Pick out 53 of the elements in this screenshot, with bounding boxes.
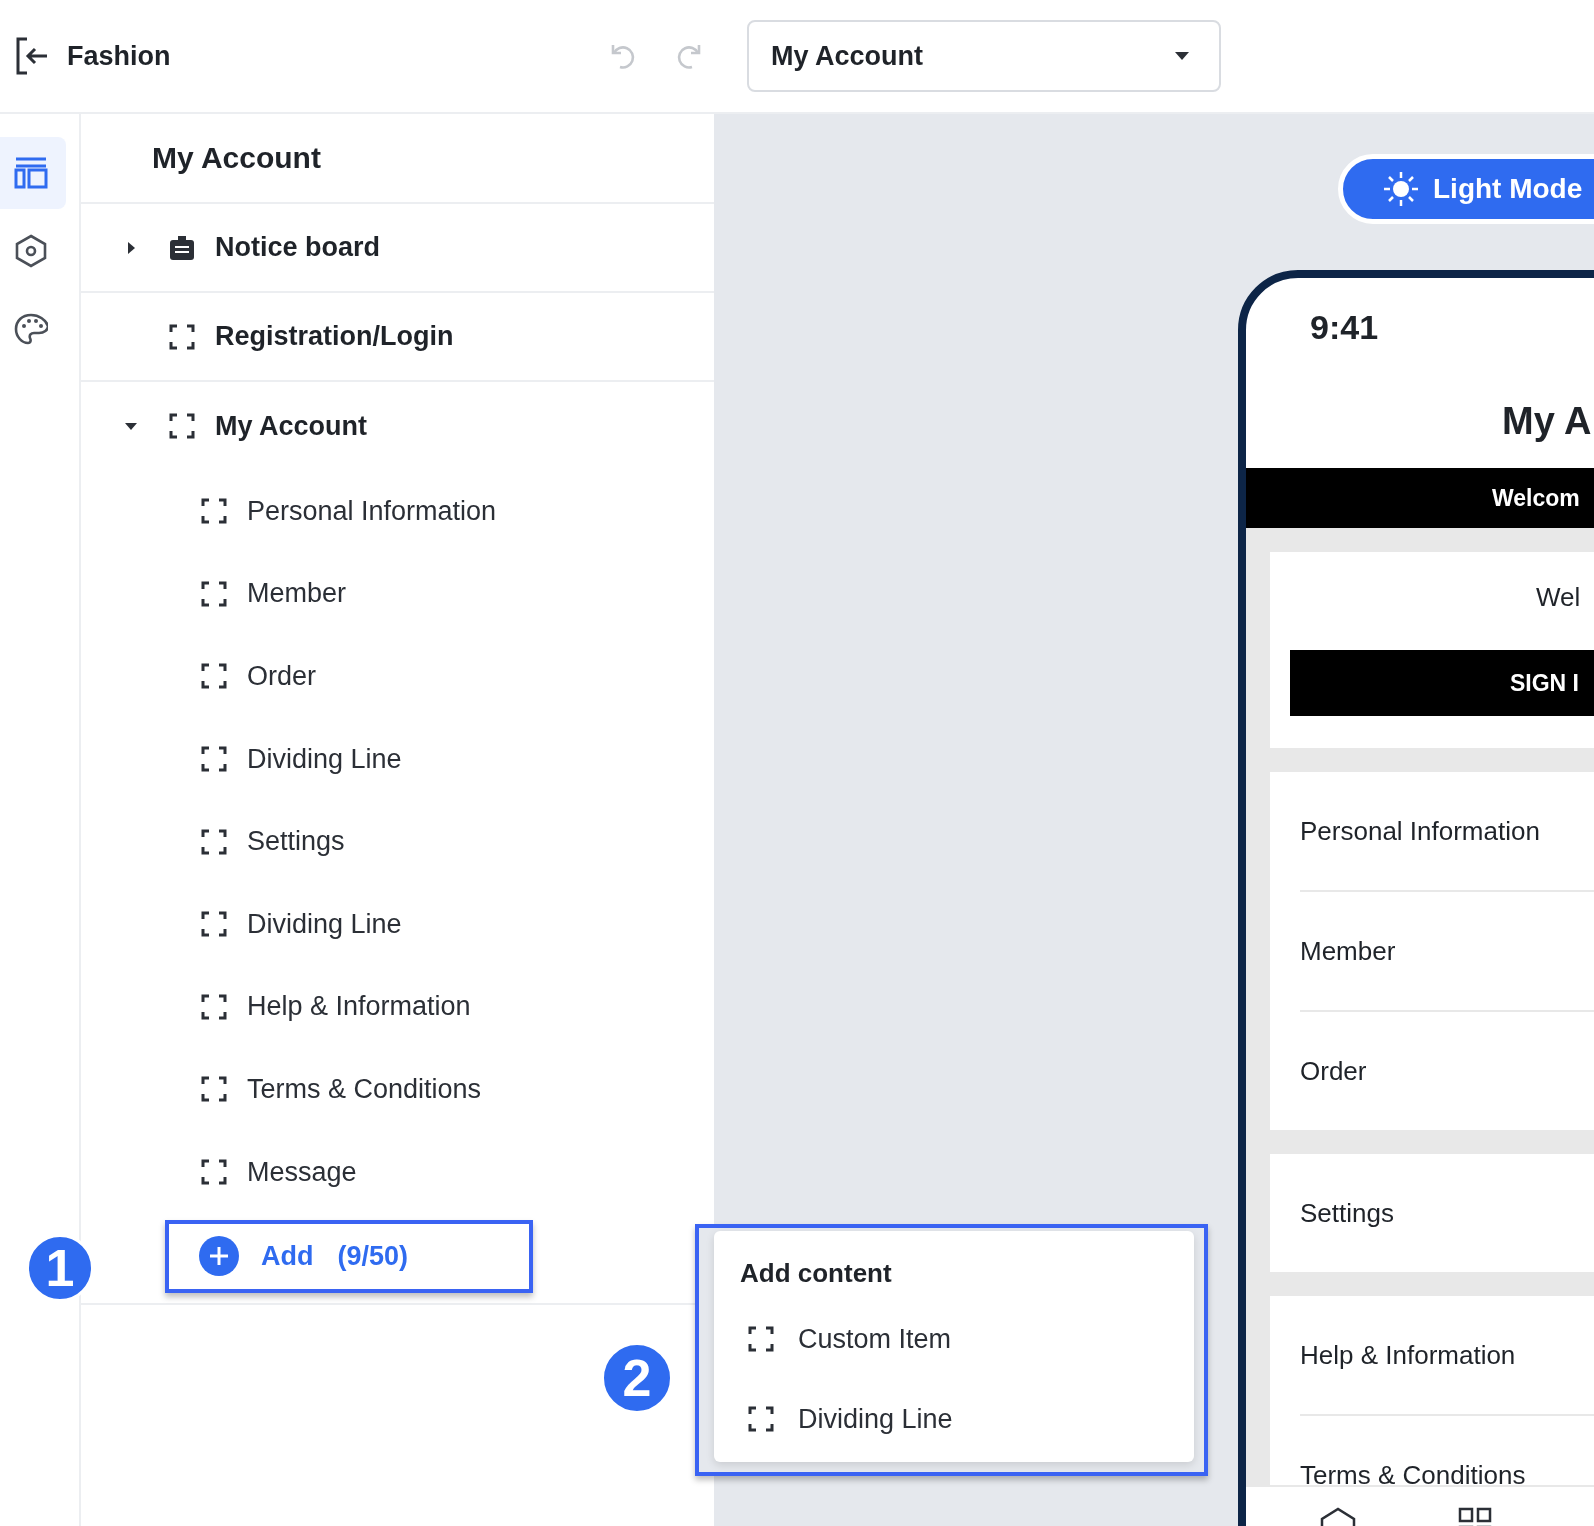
frame-icon [748, 1406, 774, 1432]
frame-icon [169, 323, 195, 350]
menu-row[interactable]: Order [1300, 1012, 1594, 1130]
caret-down-icon[interactable] [125, 420, 137, 432]
page-item[interactable]: Notice board [215, 232, 381, 263]
menu-row[interactable]: Personal Information [1300, 772, 1594, 892]
callout-number: 1 [26, 1234, 94, 1302]
frame-icon [201, 663, 227, 690]
page-select[interactable]: My Account [747, 20, 1221, 92]
content-item[interactable]: Dividing Line [247, 743, 402, 775]
content-item[interactable]: Order [247, 661, 317, 692]
frame-icon [169, 413, 195, 439]
content-item[interactable]: Message [247, 1156, 357, 1188]
menu-item[interactable]: Dividing Line [798, 1403, 953, 1435]
frame-icon [201, 1076, 227, 1103]
content-item[interactable]: Terms & Conditions [247, 1073, 482, 1105]
content-item[interactable]: Help & Information [247, 991, 471, 1023]
welcome-banner: Welcom [1246, 468, 1594, 528]
content-item[interactable]: Member [247, 578, 347, 610]
page-item[interactable]: Registration/Login [215, 321, 454, 352]
menu-row[interactable]: Terms & Conditions [1300, 1416, 1594, 1526]
add-button[interactable]: Add (9/50) [165, 1219, 533, 1293]
frame-icon [201, 498, 227, 525]
caret-down-icon [1175, 52, 1189, 60]
content-item[interactable]: Dividing Line [247, 908, 402, 940]
caret-right-icon[interactable] [125, 241, 137, 254]
exit-icon[interactable] [15, 37, 49, 75]
frame-icon [201, 1159, 227, 1186]
menu-item[interactable]: Custom Item [798, 1323, 952, 1355]
sun-icon [1383, 171, 1419, 207]
layout-icon[interactable] [0, 137, 66, 209]
callout-number: 2 [601, 1342, 673, 1414]
content-item[interactable]: Settings [247, 826, 345, 858]
project-title: Fashion [67, 40, 172, 72]
content-item[interactable]: Personal Information [247, 495, 497, 527]
menu-row[interactable]: Help & Information [1300, 1296, 1594, 1416]
frame-icon [748, 1326, 774, 1352]
frame-icon [201, 993, 227, 1020]
plus-circle-icon [199, 1236, 239, 1277]
welcome-text: Wel [1535, 582, 1582, 614]
page-item[interactable]: My Account [215, 410, 367, 442]
frame-icon [201, 580, 227, 607]
menu-title: Add content [740, 1256, 893, 1290]
status-time: 9:41 [1309, 307, 1380, 348]
menu-row[interactable]: Member [1300, 892, 1594, 1012]
frame-icon [201, 911, 227, 938]
frame-icon [201, 828, 227, 855]
clipboard-icon [169, 234, 195, 261]
frame-icon [201, 746, 227, 773]
light-mode-button[interactable]: Light Mode [1338, 154, 1594, 224]
item-count: (9/50) [337, 1240, 409, 1272]
sign-in-button[interactable]: SIGN I [1290, 650, 1594, 716]
screen-title: My A [1501, 400, 1593, 444]
